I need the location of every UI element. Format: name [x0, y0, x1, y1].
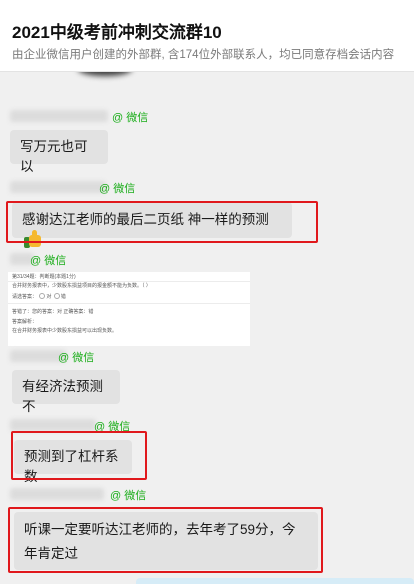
- partial-image: [78, 72, 132, 76]
- quiz-options: 请选答案： 对 错: [12, 293, 66, 301]
- sender-name-blurred: [10, 488, 104, 500]
- quiz-line: 答错了：您的答案：对 正确答案：错: [12, 309, 94, 315]
- message-text: 写万元也可以: [20, 139, 88, 174]
- quiz-line: 答案解析：: [12, 319, 38, 325]
- group-subtitle: 由企业微信用户创建的外部群, 含174位外部联系人，均已同意存档会话内容: [12, 49, 395, 61]
- message-text: 有经济法预测不: [22, 379, 103, 414]
- quiz-line: 第31/34题：判断题(本题1分): [12, 274, 76, 280]
- highlight-box: [8, 507, 323, 573]
- wechat-tag: @ 微信: [110, 487, 146, 503]
- next-message-partial: [136, 578, 414, 584]
- radio-icon: [39, 293, 46, 299]
- message-list[interactable]: @ 微信 写万元也可以 @ 微信 感谢达江老师的最后二页纸 神一样的预测 @ 微…: [0, 72, 414, 584]
- wechat-tag: @ 微信: [58, 349, 94, 365]
- wechat-tag: @ 微信: [30, 252, 66, 268]
- wechat-tag-text: @ 微信: [30, 255, 67, 267]
- quiz-option-false: 错: [60, 294, 66, 300]
- quiz-line: 合并财务报表中，少数股东损益项目的报金额不能为负数。（ ）: [12, 283, 151, 289]
- quiz-line: 请选答案：: [12, 294, 38, 300]
- quiz-option-true: 对: [46, 294, 52, 300]
- wechat-tag-text: @ 微信: [110, 490, 147, 502]
- highlight-box: [11, 431, 147, 480]
- radio-icon: [53, 293, 60, 299]
- wechat-tag-text: @ 微信: [58, 352, 95, 364]
- quiz-screenshot-image[interactable]: 第31/34题：判断题(本题1分) 合并财务报表中，少数股东损益项目的报金额不能…: [8, 272, 250, 346]
- sender-name-blurred: [10, 419, 96, 431]
- sender-name-blurred: [10, 110, 108, 122]
- message-bubble[interactable]: 有经济法预测不: [12, 370, 120, 414]
- wechat-tag: @ 微信: [99, 180, 135, 196]
- quiz-line: 在合并财务报表中少数股东损益可以出现负数。: [12, 328, 118, 334]
- wechat-tag-text: @ 微信: [112, 112, 149, 124]
- sender-name-blurred: [10, 181, 106, 193]
- highlight-box: [6, 201, 318, 243]
- chat-header: 2021中级考前冲刺交流群10 由企业微信用户创建的外部群, 含174位外部联系…: [0, 0, 414, 72]
- wechat-tag: @ 微信: [112, 109, 148, 125]
- wechat-tag-text: @ 微信: [99, 183, 136, 195]
- message-bubble[interactable]: 写万元也可以: [10, 130, 108, 174]
- group-title: 2021中级考前冲刺交流群10: [12, 23, 222, 42]
